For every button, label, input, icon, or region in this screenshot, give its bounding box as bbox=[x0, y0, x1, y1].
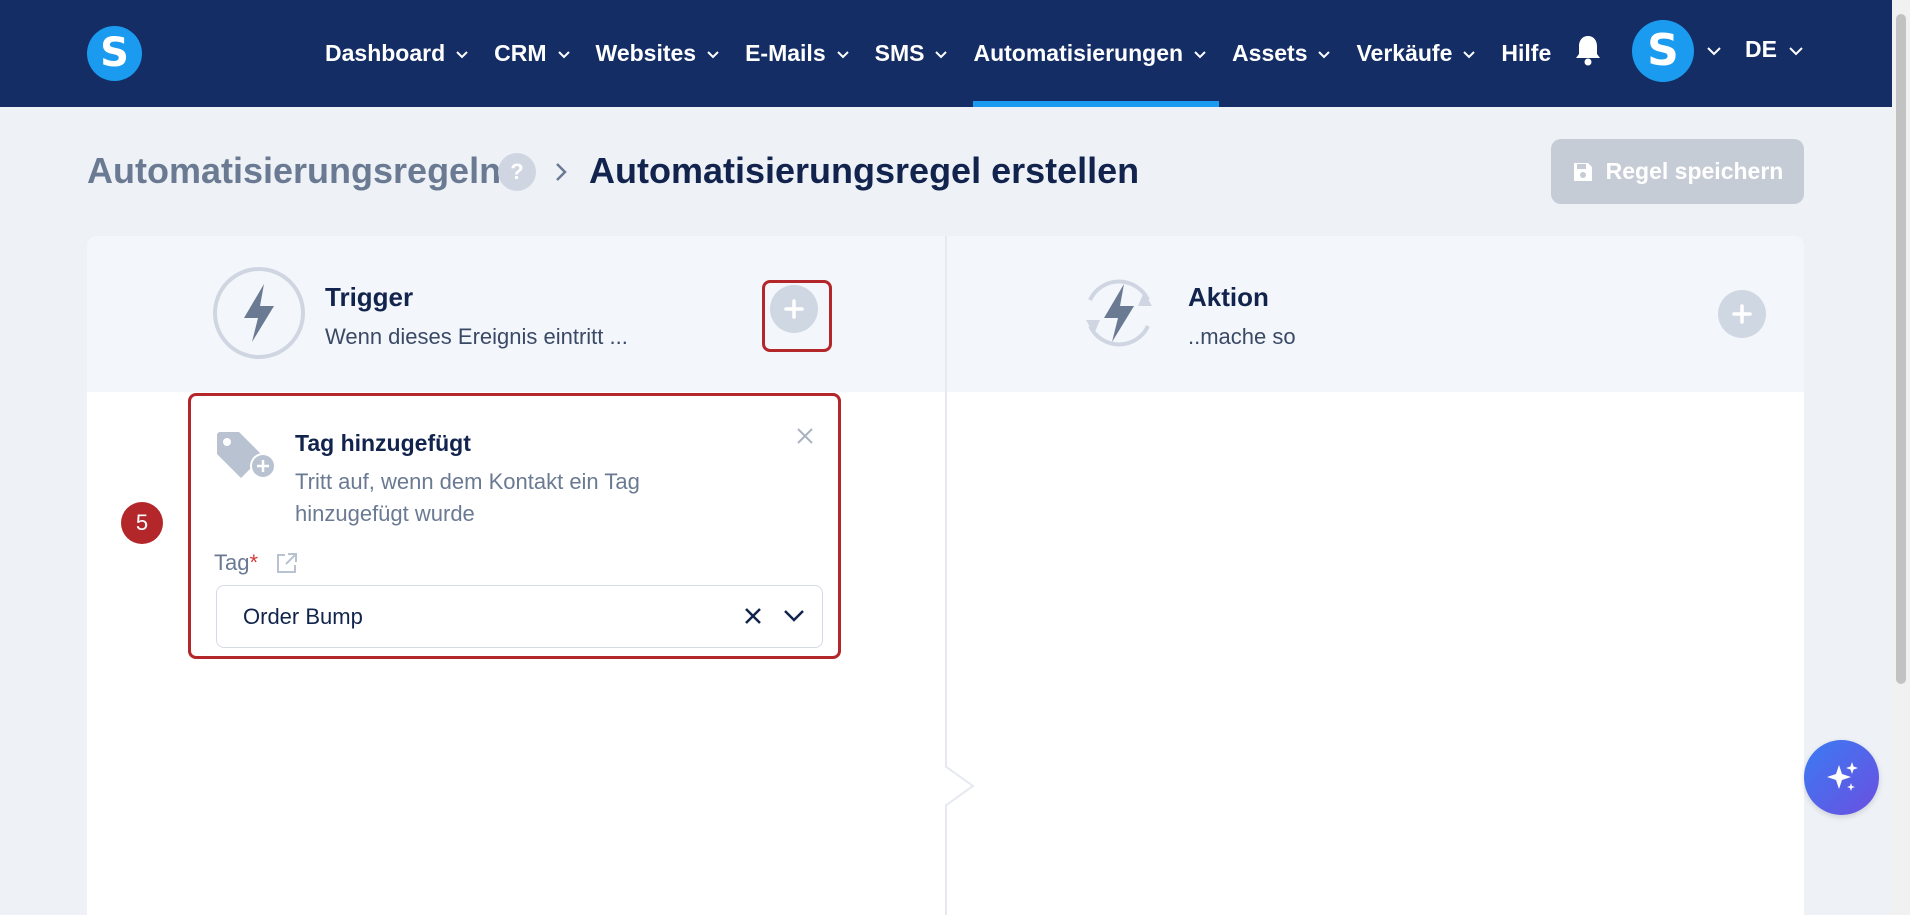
ai-assistant-button[interactable] bbox=[1804, 740, 1879, 815]
tag-field-label-text: Tag bbox=[214, 550, 250, 575]
lightning-cycle-icon bbox=[1086, 279, 1152, 347]
sparkles-icon bbox=[1826, 761, 1858, 791]
highlight-add-trigger bbox=[762, 280, 832, 352]
chevron-down-icon bbox=[707, 50, 719, 58]
trigger-card-description: Tritt auf, wenn dem Kontakt ein Tag hinz… bbox=[295, 469, 640, 526]
language-selector[interactable]: DE bbox=[1745, 36, 1777, 63]
tag-select-field[interactable]: Order Bump bbox=[216, 585, 823, 648]
nav-item-label: E-Mails bbox=[745, 40, 826, 66]
save-rule-button[interactable]: Regel speichern bbox=[1551, 139, 1804, 204]
required-mark: * bbox=[249, 550, 259, 575]
plus-icon bbox=[1732, 304, 1752, 324]
nav-item-assets[interactable]: Assets bbox=[1232, 0, 1343, 107]
chevron-down-icon bbox=[456, 50, 468, 58]
action-title: Aktion bbox=[1188, 282, 1269, 312]
nav-item-websites[interactable]: Websites bbox=[596, 0, 733, 107]
action-panel-header: Aktion ..mache so bbox=[947, 236, 1804, 392]
nav-item-sms[interactable]: SMS bbox=[875, 0, 961, 107]
floppy-disk-icon bbox=[1573, 162, 1592, 181]
help-icon[interactable]: ? bbox=[498, 153, 536, 191]
nav-item-label: Dashboard bbox=[325, 40, 446, 66]
brand-logo-icon[interactable]: S bbox=[87, 26, 142, 81]
add-action-button[interactable] bbox=[1718, 290, 1766, 338]
top-navigation-bar: S Dashboard CRM Websites E-Mails SMS Aut… bbox=[0, 0, 1892, 107]
page-scrollbar[interactable] bbox=[1892, 0, 1910, 915]
nav-item-dashboard[interactable]: Dashboard bbox=[325, 0, 481, 107]
chevron-down-icon bbox=[1194, 50, 1206, 58]
main-nav: Dashboard CRM Websites E-Mails SMS Autom… bbox=[325, 0, 1576, 107]
nav-item-crm[interactable]: CRM bbox=[494, 0, 582, 107]
breadcrumb-parent[interactable]: Automatisierungsregeln bbox=[87, 150, 501, 192]
nav-item-label: Verkäufe bbox=[1356, 40, 1453, 66]
chevron-down-icon bbox=[935, 50, 948, 58]
nav-item-automatisierungen[interactable]: Automatisierungen bbox=[973, 0, 1219, 107]
avatar[interactable]: S bbox=[1632, 20, 1694, 82]
nav-item-hilfe[interactable]: Hilfe bbox=[1501, 0, 1563, 107]
step-number-badge: 5 bbox=[121, 502, 163, 544]
external-link-icon[interactable] bbox=[275, 551, 299, 575]
nav-item-label: Websites bbox=[595, 40, 697, 66]
close-icon[interactable] bbox=[795, 426, 815, 446]
bell-icon[interactable] bbox=[1573, 33, 1603, 67]
trigger-subtitle: Wenn dieses Ereignis eintritt ... bbox=[325, 324, 628, 349]
action-subtitle: ..mache so bbox=[1188, 324, 1296, 349]
chevron-down-icon[interactable] bbox=[1788, 44, 1804, 58]
chevron-down-icon bbox=[557, 50, 570, 58]
tag-field-label: Tag* bbox=[214, 550, 258, 576]
trigger-card-title: Tag hinzugefügt bbox=[295, 430, 471, 456]
scrollbar-thumb[interactable] bbox=[1896, 14, 1906, 684]
nav-item-verkaeufe[interactable]: Verkäufe bbox=[1356, 0, 1488, 107]
chevron-down-icon bbox=[1318, 50, 1331, 58]
chevron-right-icon bbox=[556, 163, 567, 181]
nav-item-label: Automatisierungen bbox=[973, 40, 1184, 66]
clear-icon[interactable] bbox=[743, 606, 763, 626]
lightning-icon bbox=[213, 267, 305, 359]
nav-item-label: Assets bbox=[1232, 40, 1308, 66]
chevron-down-icon bbox=[1463, 50, 1476, 58]
tag-add-icon bbox=[217, 432, 276, 479]
nav-item-emails[interactable]: E-Mails bbox=[745, 0, 862, 107]
trigger-card: Tag hinzugefügt Tritt auf, wenn dem Kont… bbox=[188, 393, 841, 659]
nav-item-label: SMS bbox=[874, 40, 925, 66]
chevron-down-icon bbox=[836, 50, 849, 58]
chevron-down-icon[interactable] bbox=[1706, 44, 1722, 58]
chevron-down-icon[interactable] bbox=[783, 608, 805, 624]
tag-select-value: Order Bump bbox=[243, 603, 363, 629]
trigger-title: Trigger bbox=[325, 282, 414, 312]
nav-item-label: CRM bbox=[494, 40, 547, 66]
page-title: Automatisierungsregel erstellen bbox=[589, 150, 1140, 191]
save-button-label: Regel speichern bbox=[1605, 158, 1784, 184]
nav-item-label: Hilfe bbox=[1501, 40, 1552, 66]
flow-arrow-notch bbox=[945, 765, 975, 807]
